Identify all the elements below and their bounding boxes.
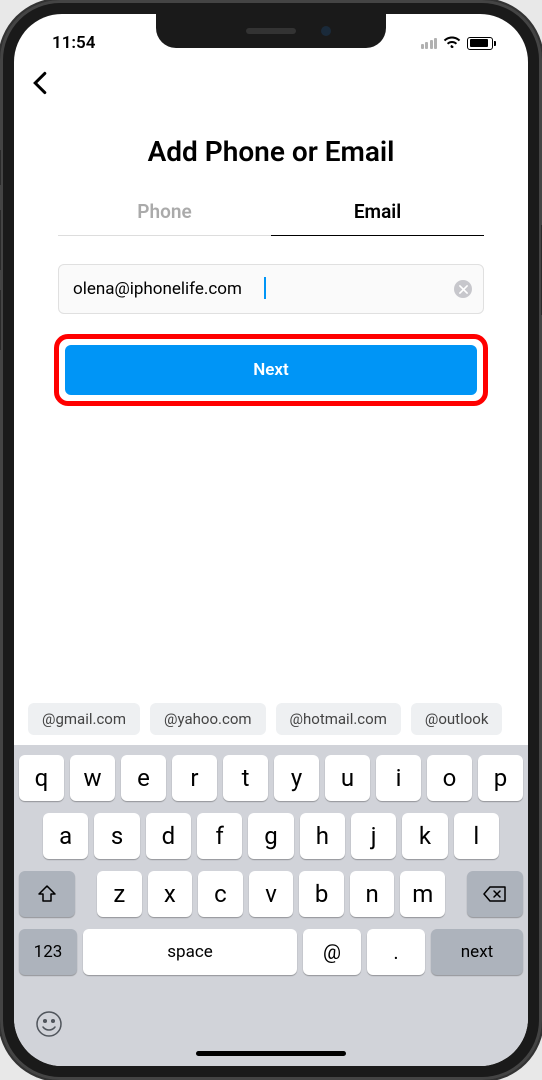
speaker [246, 28, 296, 34]
key-b[interactable]: b [299, 871, 344, 917]
backspace-key[interactable] [467, 871, 523, 917]
dot-key[interactable]: . [367, 929, 425, 975]
keyboard-next-key[interactable]: next [431, 929, 523, 975]
emoji-button[interactable] [34, 1009, 64, 1039]
cellular-signal-icon [421, 38, 438, 49]
screen: 11:54 Add Phone or Email [14, 14, 528, 1066]
key-h[interactable]: h [300, 813, 345, 859]
key-l[interactable]: l [454, 813, 499, 859]
next-button-highlight: Next [54, 334, 488, 406]
key-z[interactable]: z [97, 871, 142, 917]
keyboard-container: @gmail.com @yahoo.com @hotmail.com @outl… [14, 693, 528, 1066]
key-s[interactable]: s [94, 813, 139, 859]
space-key[interactable]: space [83, 929, 297, 975]
key-v[interactable]: v [249, 871, 294, 917]
key-c[interactable]: c [198, 871, 243, 917]
shift-key[interactable] [19, 871, 75, 917]
key-m[interactable]: m [400, 871, 445, 917]
tabs: Phone Email [58, 188, 484, 236]
status-time: 11:54 [44, 33, 95, 53]
suggestion-item[interactable]: @outlook [411, 703, 503, 735]
key-u[interactable]: u [325, 755, 370, 801]
nav-bar [14, 62, 528, 113]
front-camera [321, 26, 331, 36]
spacer [14, 426, 528, 693]
key-o[interactable]: o [427, 755, 472, 801]
key-n[interactable]: n [350, 871, 395, 917]
numeric-key[interactable]: 123 [19, 929, 77, 975]
text-cursor [264, 277, 266, 299]
wifi-icon [443, 33, 461, 53]
tab-email[interactable]: Email [271, 188, 484, 235]
key-row-1: q w e r t y u i o p [19, 755, 523, 801]
key-g[interactable]: g [248, 813, 293, 859]
suggestion-item[interactable]: @hotmail.com [276, 703, 401, 735]
key-t[interactable]: t [223, 755, 268, 801]
at-key[interactable]: @ [303, 929, 361, 975]
clear-input-button[interactable] [454, 280, 472, 298]
phone-frame: 11:54 Add Phone or Email [0, 0, 542, 1080]
key-x[interactable]: x [148, 871, 193, 917]
next-button[interactable]: Next [65, 345, 477, 395]
notch [156, 14, 386, 48]
key-f[interactable]: f [197, 813, 242, 859]
key-r[interactable]: r [172, 755, 217, 801]
keyboard-bottom-bar [14, 993, 528, 1045]
mute-switch [0, 150, 1, 185]
key-w[interactable]: w [70, 755, 115, 801]
back-button[interactable] [32, 68, 48, 103]
email-input-container [58, 264, 484, 314]
key-d[interactable]: d [146, 813, 191, 859]
email-input[interactable] [58, 264, 484, 314]
key-e[interactable]: e [121, 755, 166, 801]
key-row-4: 123 space @ . next [19, 929, 523, 975]
key-row-3: z x c v b n m [19, 871, 523, 917]
key-y[interactable]: y [274, 755, 319, 801]
suggestion-bar: @gmail.com @yahoo.com @hotmail.com @outl… [14, 693, 528, 745]
key-k[interactable]: k [402, 813, 447, 859]
page-title: Add Phone or Email [14, 113, 528, 188]
key-i[interactable]: i [376, 755, 421, 801]
suggestion-item[interactable]: @gmail.com [28, 703, 140, 735]
key-q[interactable]: q [19, 755, 64, 801]
keyboard: q w e r t y u i o p a s d f g h [14, 745, 528, 993]
key-row-2: a s d f g h j k l [19, 813, 523, 859]
suggestion-item[interactable]: @yahoo.com [150, 703, 266, 735]
tab-phone[interactable]: Phone [58, 188, 271, 235]
battery-icon [467, 37, 496, 50]
key-j[interactable]: j [351, 813, 396, 859]
key-p[interactable]: p [478, 755, 523, 801]
status-indicators [421, 33, 499, 53]
home-indicator[interactable] [196, 1051, 346, 1056]
volume-up-button [0, 210, 1, 270]
volume-down-button [0, 290, 1, 350]
key-a[interactable]: a [43, 813, 88, 859]
